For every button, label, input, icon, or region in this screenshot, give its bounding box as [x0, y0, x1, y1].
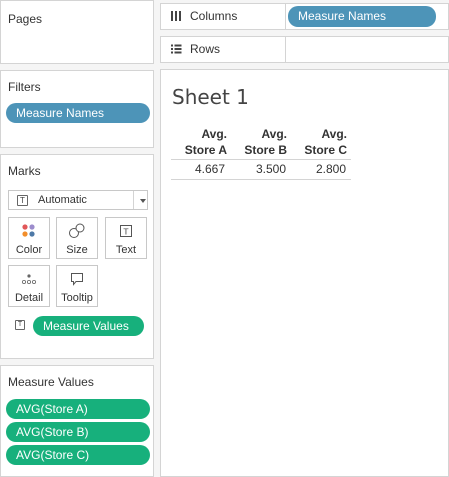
- color-label: Color: [15, 244, 43, 256]
- filters-card[interactable]: Filters Measure Names: [0, 70, 154, 148]
- column-header-store-b[interactable]: Avg. Store B: [227, 126, 287, 158]
- value-cell-store-a[interactable]: 4.667: [165, 162, 225, 176]
- filter-pill-measure-names[interactable]: Measure Names: [6, 103, 150, 123]
- rows-shelf[interactable]: Rows: [160, 36, 449, 63]
- detail-label: Detail: [14, 292, 44, 304]
- header-line-1: Avg.: [261, 127, 287, 141]
- marks-title: Marks: [8, 164, 41, 178]
- rows-label-text: Rows: [190, 42, 221, 56]
- measure-values-title: Measure Values: [8, 375, 94, 389]
- header-line-1: Avg.: [321, 127, 347, 141]
- value-cell-store-b[interactable]: 3.500: [226, 162, 286, 176]
- measure-pill-store-a[interactable]: AVG(Store A): [6, 399, 150, 419]
- filters-title: Filters: [8, 80, 41, 94]
- color-button[interactable]: Color: [8, 217, 50, 259]
- mark-type-label: Automatic: [38, 194, 87, 206]
- rows-shelf-divider: [285, 37, 286, 62]
- header-line-1: Avg.: [201, 127, 227, 141]
- tooltip-icon: [71, 273, 83, 286]
- size-label: Size: [66, 244, 88, 256]
- text-encoding-icon: T: [15, 320, 25, 330]
- tooltip-label: Tooltip: [61, 292, 93, 304]
- detail-icon: [21, 274, 36, 284]
- mark-type-dropdown[interactable]: T Automatic: [8, 190, 148, 210]
- row-divider: [171, 179, 351, 180]
- columns-pill-measure-names[interactable]: Measure Names: [288, 6, 436, 27]
- text-mark-icon: T: [17, 195, 28, 206]
- detail-button[interactable]: Detail: [8, 265, 50, 307]
- text-button[interactable]: T Text: [105, 217, 147, 259]
- marks-card: Marks T Automatic Color Size T Text Deta…: [0, 154, 154, 359]
- header-divider: [171, 159, 351, 160]
- text-label: Text: [115, 244, 137, 256]
- value-cell-store-c[interactable]: 2.800: [286, 162, 346, 176]
- measure-values-card: Measure Values AVG(Store A) AVG(Store B)…: [0, 365, 154, 477]
- measure-pill-store-c[interactable]: AVG(Store C): [6, 445, 150, 465]
- columns-shelf-label: Columns: [170, 9, 237, 23]
- pages-title: Pages: [8, 12, 43, 26]
- columns-label-text: Columns: [190, 9, 238, 23]
- header-line-2: Store B: [244, 143, 287, 157]
- column-header-store-c[interactable]: Avg. Store C: [287, 126, 347, 158]
- view-area[interactable]: Sheet 1 Avg. Store A Avg. Store B Avg. S…: [160, 69, 449, 477]
- columns-shelf[interactable]: Columns Measure Names: [160, 3, 449, 30]
- chevron-down-icon[interactable]: [140, 199, 146, 203]
- text-icon: T: [120, 225, 132, 237]
- size-button[interactable]: Size: [56, 217, 98, 259]
- tooltip-button[interactable]: Tooltip: [56, 265, 98, 307]
- svg-text:T: T: [123, 228, 129, 237]
- pages-card[interactable]: Pages: [0, 0, 154, 64]
- rows-shelf-label: Rows: [170, 42, 220, 56]
- header-line-2: Store C: [304, 143, 347, 157]
- column-header-store-a[interactable]: Avg. Store A: [167, 126, 227, 158]
- text-pill-measure-values[interactable]: Measure Values: [33, 316, 144, 336]
- size-icon: [69, 223, 85, 238]
- sheet-title: Sheet 1: [172, 85, 249, 109]
- rows-icon: [171, 44, 182, 54]
- columns-shelf-divider: [285, 4, 286, 29]
- columns-icon: [171, 11, 181, 21]
- measure-pill-store-b[interactable]: AVG(Store B): [6, 422, 150, 442]
- color-icon: [22, 224, 35, 237]
- header-line-2: Store A: [184, 143, 227, 157]
- dropdown-divider: [133, 191, 134, 209]
